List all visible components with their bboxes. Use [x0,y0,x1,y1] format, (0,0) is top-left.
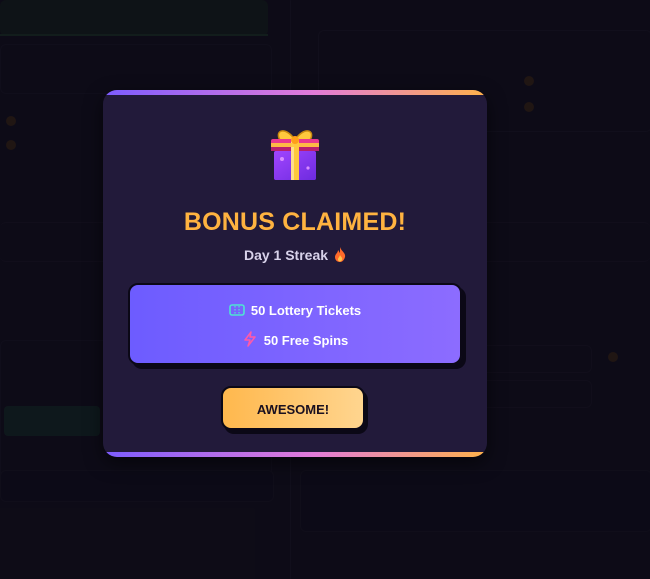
fire-icon [334,247,346,265]
bonus-claimed-dialog: BONUS CLAIMED! Day 1 Streak 50 Lottery T… [103,90,487,457]
gift-icon [266,124,324,184]
dialog-bottom-accent [103,452,487,457]
reward-item: 50 Free Spins [130,331,460,348]
dialog-top-accent [103,90,487,95]
lightning-icon [242,331,258,347]
ticket-icon [229,303,245,317]
streak-label: Day 1 Streak [103,247,487,265]
reward-label: 50 Lottery Tickets [250,303,362,318]
reward-item: 50 Lottery Tickets [130,303,460,318]
awesome-button[interactable]: AWESOME! [221,386,365,430]
streak-text: Day 1 Streak [243,247,329,263]
dialog-title: BONUS CLAIMED! [183,208,407,236]
reward-label: 50 Free Spins [263,333,349,348]
rewards-panel: 50 Lottery Tickets 50 Free Spins [128,283,462,365]
